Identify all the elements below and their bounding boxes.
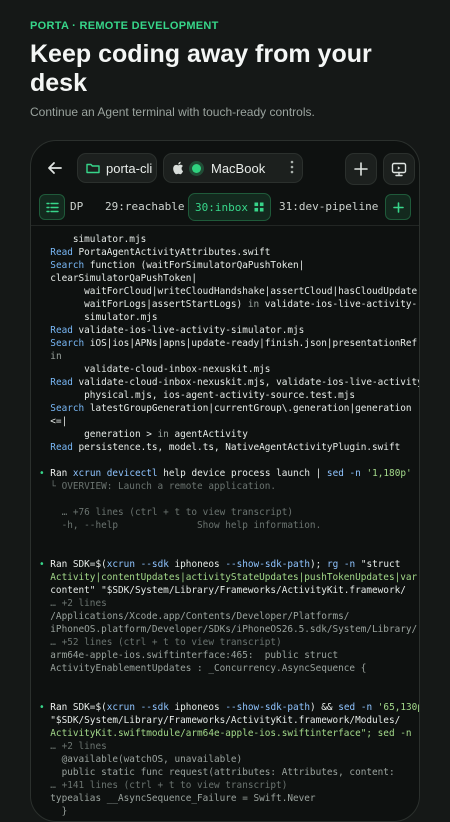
sidebar-icon [45,202,59,212]
terminal-window: porta-cli MacBook DP 29:reachable 30:inb… [30,140,420,822]
terminal-line: waitForCloud|writeCloudHandshake|assertC… [39,286,420,297]
terminal-line: @available(watchOS, unavailable) [39,754,243,765]
terminal-line: "$SDK/System/Library/Frameworks/Activity… [39,715,401,726]
terminal-line: ActivityEnablementUpdates : _Concurrency… [39,663,367,674]
back-arrow-icon [48,162,62,174]
terminal-line: in [50,351,62,362]
screen-share-button[interactable] [383,153,415,185]
subline: Continue an Agent terminal with touch-re… [30,105,315,119]
apple-icon [173,161,183,175]
terminal-line: clearSimulatorQaPushToken| [39,273,198,284]
sidebar-toggle-button[interactable] [39,194,65,220]
terminal-line: Read validate-ios-live-activity-simulato… [50,325,305,336]
terminal-toolbar: porta-cli MacBook [31,141,419,191]
session-tab-bar: DP 29:reachable 30:inbox 31:dev-pipeline [31,191,419,226]
terminal-line: … +2 lines [39,741,107,752]
terminal-line: simulator.mjs [39,312,158,323]
terminal-line: } [39,806,68,817]
tab-inbox[interactable]: 30:inbox [188,193,271,221]
new-session-button[interactable] [345,153,377,185]
machine-label: MacBook [211,160,266,176]
terminal-output[interactable]: simulator.mjs Read PortaAgentActivityAtt… [39,233,420,818]
more-vertical-icon[interactable] [290,160,294,177]
terminal-line: physical.mjs, ios-agent-activity-source.… [39,390,356,401]
terminal-line: waitForLogs|assertStartLogs) in validate… [39,299,418,310]
back-button[interactable] [41,153,69,183]
terminal-line: … +76 lines (ctrl + t to view transcript… [39,507,293,518]
connection-status-dot [192,163,201,173]
host-label: porta-cli [106,160,153,176]
terminal-line: Search function (waitForSimulatorQaPushT… [50,260,305,271]
terminal-line: validate-cloud-inbox-nexuskit.mjs [39,364,271,375]
terminal-line: <=| [39,416,68,427]
tab-dev-pipeline[interactable]: 31:dev-pipeline [279,193,378,219]
terminal-line: ActivityKit.swiftmodule/arm64e-apple-ios… [39,728,412,739]
tab-dp[interactable]: DP [70,193,83,219]
terminal-line: Search iOS|ios|APNs|apns|update-ready|fi… [50,338,418,349]
terminal-line: Activity|contentUpdates|activityStateUpd… [39,572,418,583]
add-tab-button[interactable] [385,194,411,220]
eyebrow: PORTA · REMOTE DEVELOPMENT [30,20,219,32]
terminal-line: generation > in agentActivity [39,429,248,440]
terminal-line: └ OVERVIEW: Launch a remote application. [39,481,277,492]
terminal-line: arm64e-apple-ios.swiftinterface:465: pub… [39,650,339,661]
terminal-line: public static func request(attributes: A… [39,767,395,778]
headline: Keep coding away from your desk [30,40,372,97]
terminal-line: simulator.mjs [39,234,147,245]
terminal-line: … +52 lines (ctrl + t to view transcript… [39,637,282,648]
terminal-line: -h, --help Show help information. [39,520,322,531]
plus-icon [354,162,368,176]
terminal-line: Read validate-cloud-inbox-nexuskit.mjs, … [50,377,420,388]
terminal-line: … +141 lines (ctrl + t to view transcrip… [39,780,288,791]
terminal-line: content" "$SDK/System/Library/Frameworks… [39,585,406,596]
terminal-line: Search latestGroupGeneration|currentGrou… [50,403,412,414]
terminal-line: Read persistence.ts, model.ts, NativeAge… [50,442,401,453]
terminal-line: typealias __AsyncSequence_Failure = Swif… [39,793,316,804]
folder-icon [86,163,100,174]
host-chip[interactable]: porta-cli [77,153,157,183]
terminal-line: • Ran SDK=$(xcrun --sdk iphoneos --show-… [39,702,419,713]
monitor-icon [391,162,407,176]
grid-icon [254,202,264,212]
plus-icon [392,201,404,213]
tab-reachable[interactable]: 29:reachable [105,193,184,219]
terminal-line: iPhoneOS.platform/Developer/SDKs/iPhoneO… [39,624,418,635]
terminal-line: /Applications/Xcode.app/Contents/Develop… [39,611,350,622]
terminal-line: • Ran xcrun devicectl help device proces… [39,468,412,479]
terminal-line: … +2 lines [39,598,107,609]
terminal-line: Read PortaAgentActivityAttributes.swift [50,247,271,258]
terminal-line: • Ran SDK=$(xcrun --sdk iphoneos --show-… [39,559,401,570]
machine-chip[interactable]: MacBook [163,153,303,183]
